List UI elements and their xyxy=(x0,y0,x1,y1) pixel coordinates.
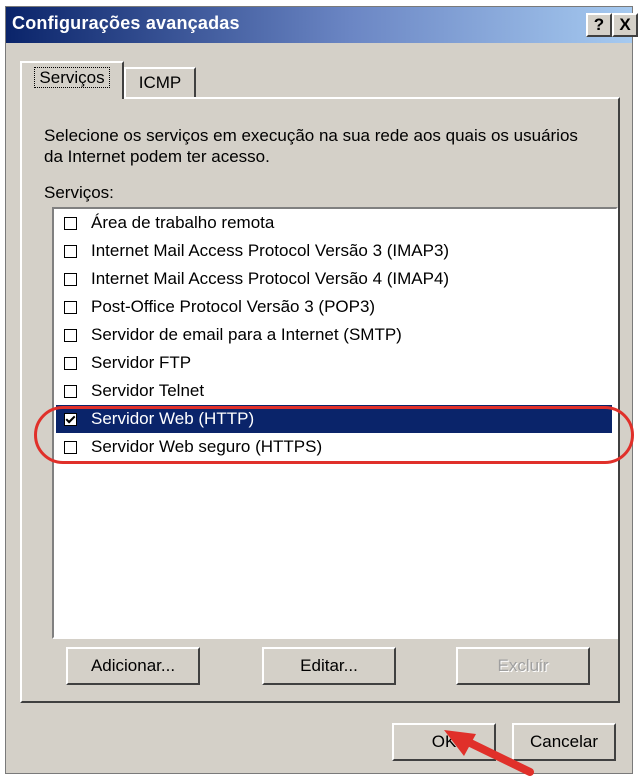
advanced-settings-dialog: Configurações avançadas ? X Serviços ICM… xyxy=(5,6,638,774)
service-label: Servidor Web seguro (HTTPS) xyxy=(91,437,323,456)
service-label: Internet Mail Access Protocol Versão 4 (… xyxy=(91,269,450,288)
cancel-button[interactable]: Cancelar xyxy=(512,723,616,761)
service-checkbox[interactable] xyxy=(64,440,77,454)
tab-servicos[interactable]: Serviços xyxy=(20,61,124,99)
service-checkbox[interactable] xyxy=(64,216,77,230)
delete-button: Excluir xyxy=(456,647,590,685)
service-checkbox[interactable] xyxy=(64,300,77,314)
service-checkbox-checked[interactable] xyxy=(64,412,77,426)
service-checkbox[interactable] xyxy=(64,356,77,370)
services-list[interactable]: Área de trabalho remota Internet Mail Ac… xyxy=(52,207,618,639)
window-title: Configurações avançadas xyxy=(12,13,240,33)
service-checkbox[interactable] xyxy=(64,272,77,286)
service-item[interactable]: Servidor de email para a Internet (SMTP) xyxy=(56,321,612,349)
service-label: Área de trabalho remota xyxy=(91,213,275,232)
service-label: Servidor FTP xyxy=(91,353,192,372)
edit-button[interactable]: Editar... xyxy=(262,647,396,685)
service-item-selected[interactable]: Servidor Web (HTTP) xyxy=(56,405,612,433)
ok-button[interactable]: OK xyxy=(392,723,496,761)
panel-description: Selecione os serviços em execução na sua… xyxy=(44,126,578,166)
service-item[interactable]: Servidor FTP xyxy=(56,349,612,377)
service-checkbox[interactable] xyxy=(64,328,77,342)
title-bar[interactable]: Configurações avançadas ? X xyxy=(6,7,638,43)
service-checkbox[interactable] xyxy=(64,244,77,258)
service-item[interactable]: Servidor Telnet xyxy=(56,377,612,405)
service-item[interactable]: Post-Office Protocol Versão 3 (POP3) xyxy=(56,293,612,321)
service-item[interactable]: Internet Mail Access Protocol Versão 4 (… xyxy=(56,265,612,293)
services-label: Serviços: xyxy=(44,183,114,202)
service-item[interactable]: Servidor Web seguro (HTTPS) xyxy=(56,433,612,461)
tab-icmp[interactable]: ICMP xyxy=(124,67,196,99)
service-checkbox[interactable] xyxy=(64,384,77,398)
service-item[interactable]: Área de trabalho remota xyxy=(56,209,612,237)
tab-icmp-label: ICMP xyxy=(138,73,182,92)
add-button[interactable]: Adicionar... xyxy=(66,647,200,685)
tab-servicos-label: Serviços xyxy=(34,67,110,88)
services-panel: Selecione os serviços em execução na sua… xyxy=(20,97,620,703)
service-item[interactable]: Internet Mail Access Protocol Versão 3 (… xyxy=(56,237,612,265)
service-label: Servidor Telnet xyxy=(91,381,205,400)
service-label: Post-Office Protocol Versão 3 (POP3) xyxy=(91,297,376,316)
service-label: Servidor de email para a Internet (SMTP) xyxy=(91,325,402,344)
service-label: Internet Mail Access Protocol Versão 3 (… xyxy=(91,241,450,260)
service-label: Servidor Web (HTTP) xyxy=(91,409,255,428)
help-button[interactable]: ? xyxy=(586,13,612,37)
close-button[interactable]: X xyxy=(612,13,638,37)
